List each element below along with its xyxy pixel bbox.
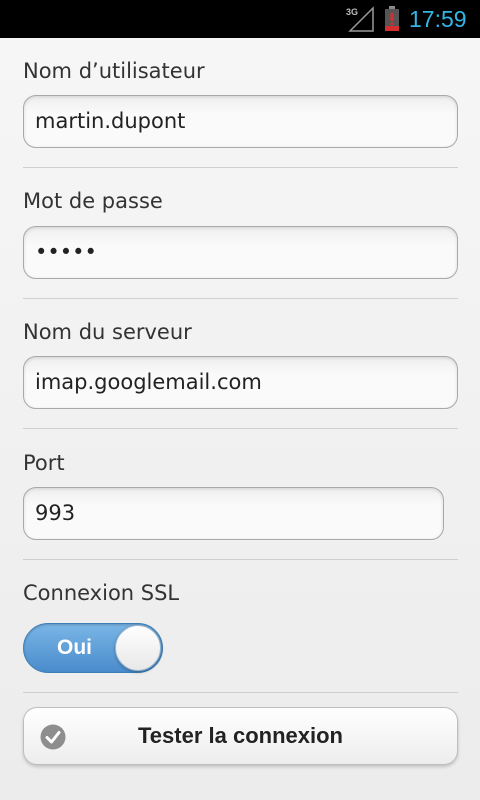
ssl-toggle-label: Oui [57, 636, 92, 659]
ssl-label: Connexion SSL [23, 581, 180, 605]
password-input[interactable]: ••••• [23, 226, 458, 279]
server-input[interactable]: imap.googlemail.com [23, 356, 458, 409]
server-label: Nom du serveur [23, 320, 192, 344]
port-input[interactable]: 993 [23, 487, 444, 540]
signal-icon: 3G [346, 6, 374, 32]
divider [23, 692, 458, 693]
network-type-label: 3G [346, 7, 358, 17]
username-input[interactable]: martin.dupont [23, 95, 458, 148]
port-label: Port [23, 451, 65, 475]
test-connection-button[interactable]: Tester la connexion [23, 707, 458, 765]
test-connection-label: Tester la connexion [138, 723, 343, 748]
toggle-knob[interactable] [115, 625, 161, 671]
username-label: Nom d’utilisateur [23, 59, 205, 83]
ssl-toggle[interactable]: Oui [23, 623, 163, 673]
divider [23, 167, 458, 168]
password-label: Mot de passe [23, 189, 163, 213]
battery-alert-icon [385, 6, 399, 31]
status-bar: 3G 17:59 [0, 0, 480, 38]
divider [23, 559, 458, 560]
server-settings-form: Nom d’utilisateur martin.dupont Mot de p… [0, 38, 480, 800]
clock: 17:59 [409, 6, 467, 32]
divider [23, 298, 458, 299]
divider [23, 428, 458, 429]
